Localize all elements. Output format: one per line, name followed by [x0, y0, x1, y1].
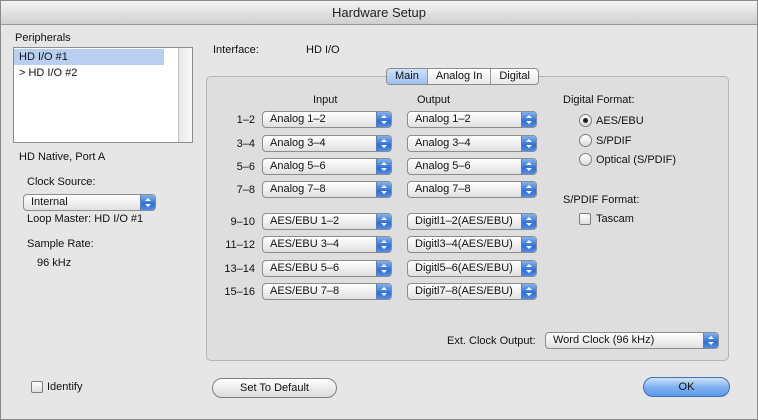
hardware-setup-window: Hardware Setup Peripherals HD I/O #1 > H…: [0, 0, 758, 420]
popup-arrow-icon: [376, 112, 391, 127]
loop-master-label: Loop Master: HD I/O #1: [27, 213, 144, 225]
output-select[interactable]: Analog 1–2: [407, 111, 537, 128]
popup-arrow-icon: [521, 136, 536, 151]
identify-checkbox[interactable]: [31, 381, 43, 393]
sample-rate-value: 96 kHz: [37, 257, 72, 269]
peripherals-label: Peripherals: [15, 32, 71, 44]
popup-arrow-icon: [521, 214, 536, 229]
clock-source-label: Clock Source:: [27, 176, 96, 188]
output-value: Analog 7–8: [415, 183, 471, 195]
interface-label: Interface:: [213, 44, 259, 56]
input-select[interactable]: AES/EBU 3–4: [262, 236, 392, 253]
popup-arrow-icon: [521, 237, 536, 252]
spdif-format-label: S/PDIF Format:: [563, 194, 640, 206]
input-select[interactable]: Analog 7–8: [262, 181, 392, 198]
input-value: Analog 1–2: [270, 113, 326, 125]
set-to-default-button[interactable]: Set To Default: [212, 378, 337, 398]
window-title: Hardware Setup: [1, 1, 757, 25]
ext-clock-value: Word Clock (96 kHz): [553, 334, 655, 346]
input-value: Analog 5–6: [270, 160, 326, 172]
radio-optical[interactable]: [579, 153, 592, 166]
popup-arrow-icon: [140, 195, 155, 210]
input-header: Input: [313, 94, 338, 106]
popup-arrow-icon: [376, 237, 391, 252]
output-value: Digitl5–6(AES/EBU): [415, 262, 513, 274]
popup-arrow-icon: [376, 261, 391, 276]
ext-clock-select[interactable]: Word Clock (96 kHz): [545, 332, 719, 349]
input-value: Analog 7–8: [270, 183, 326, 195]
tab-main[interactable]: Main: [387, 69, 427, 84]
output-select[interactable]: Analog 3–4: [407, 135, 537, 152]
output-select[interactable]: Digitl5–6(AES/EBU): [407, 260, 537, 277]
input-select[interactable]: Analog 3–4: [262, 135, 392, 152]
peripherals-scrollbar[interactable]: [178, 48, 192, 142]
radio-spdif[interactable]: [579, 134, 592, 147]
output-value: Analog 1–2: [415, 113, 471, 125]
input-select[interactable]: AES/EBU 1–2: [262, 213, 392, 230]
clock-source-select[interactable]: Internal: [23, 194, 156, 211]
output-select[interactable]: Digitl1–2(AES/EBU): [407, 213, 537, 230]
channel-label: 7–8: [236, 184, 255, 196]
clock-source-value: Internal: [31, 196, 68, 208]
popup-arrow-icon: [376, 284, 391, 299]
tab-analog-in[interactable]: Analog In: [426, 69, 490, 84]
popup-arrow-icon: [376, 136, 391, 151]
output-header: Output: [417, 94, 451, 106]
channel-label: 15–16: [224, 286, 255, 298]
input-select[interactable]: Analog 5–6: [262, 158, 392, 175]
popup-arrow-icon: [376, 214, 391, 229]
output-value: Digitl1–2(AES/EBU): [415, 215, 513, 227]
input-select[interactable]: AES/EBU 5–6: [262, 260, 392, 277]
input-select[interactable]: Analog 1–2: [262, 111, 392, 128]
output-select[interactable]: Digitl7–8(AES/EBU): [407, 283, 537, 300]
ok-button[interactable]: OK: [643, 377, 730, 397]
identify-label: Identify: [47, 381, 83, 393]
channel-label: 9–10: [230, 216, 255, 228]
channel-label: 3–4: [236, 138, 255, 150]
peripheral-item-hd-io-1[interactable]: HD I/O #1: [14, 49, 164, 65]
input-value: AES/EBU 5–6: [270, 262, 340, 274]
radio-spdif-label: S/PDIF: [596, 135, 632, 147]
input-value: AES/EBU 1–2: [270, 215, 340, 227]
input-value: AES/EBU 3–4: [270, 238, 340, 250]
peripherals-list[interactable]: HD I/O #1 > HD I/O #2: [13, 47, 193, 143]
sample-rate-label: Sample Rate:: [27, 238, 94, 250]
output-value: Analog 5–6: [415, 160, 471, 172]
radio-optical-label: Optical (S/PDIF): [596, 154, 677, 166]
output-value: Analog 3–4: [415, 137, 471, 149]
input-value: Analog 3–4: [270, 137, 326, 149]
popup-arrow-icon: [521, 284, 536, 299]
port-label: HD Native, Port A: [19, 151, 106, 163]
popup-arrow-icon: [521, 182, 536, 197]
radio-aes-ebu[interactable]: [579, 114, 592, 127]
output-select[interactable]: Analog 7–8: [407, 181, 537, 198]
tab-bar: Main Analog In Digital: [386, 68, 539, 85]
popup-arrow-icon: [376, 159, 391, 174]
popup-arrow-icon: [521, 261, 536, 276]
peripheral-item-hd-io-2[interactable]: > HD I/O #2: [14, 65, 164, 81]
popup-arrow-icon: [376, 182, 391, 197]
tascam-checkbox[interactable]: [579, 213, 591, 225]
popup-arrow-icon: [521, 159, 536, 174]
radio-aes-ebu-label: AES/EBU: [596, 115, 644, 127]
channel-label: 1–2: [236, 114, 255, 126]
digital-format-label: Digital Format:: [563, 94, 635, 106]
channel-label: 13–14: [224, 263, 255, 275]
output-select[interactable]: Analog 5–6: [407, 158, 537, 175]
channel-label: 5–6: [236, 161, 255, 173]
tab-digital[interactable]: Digital: [490, 69, 538, 84]
popup-arrow-icon: [521, 112, 536, 127]
channel-label: 11–12: [225, 239, 255, 251]
input-value: AES/EBU 7–8: [270, 285, 340, 297]
output-value: Digitl7–8(AES/EBU): [415, 285, 513, 297]
output-select[interactable]: Digitl3–4(AES/EBU): [407, 236, 537, 253]
interface-value: HD I/O: [306, 44, 340, 56]
input-select[interactable]: AES/EBU 7–8: [262, 283, 392, 300]
popup-arrow-icon: [703, 333, 718, 348]
output-value: Digitl3–4(AES/EBU): [415, 238, 513, 250]
tascam-label: Tascam: [596, 213, 634, 225]
ext-clock-label: Ext. Clock Output:: [447, 335, 536, 347]
